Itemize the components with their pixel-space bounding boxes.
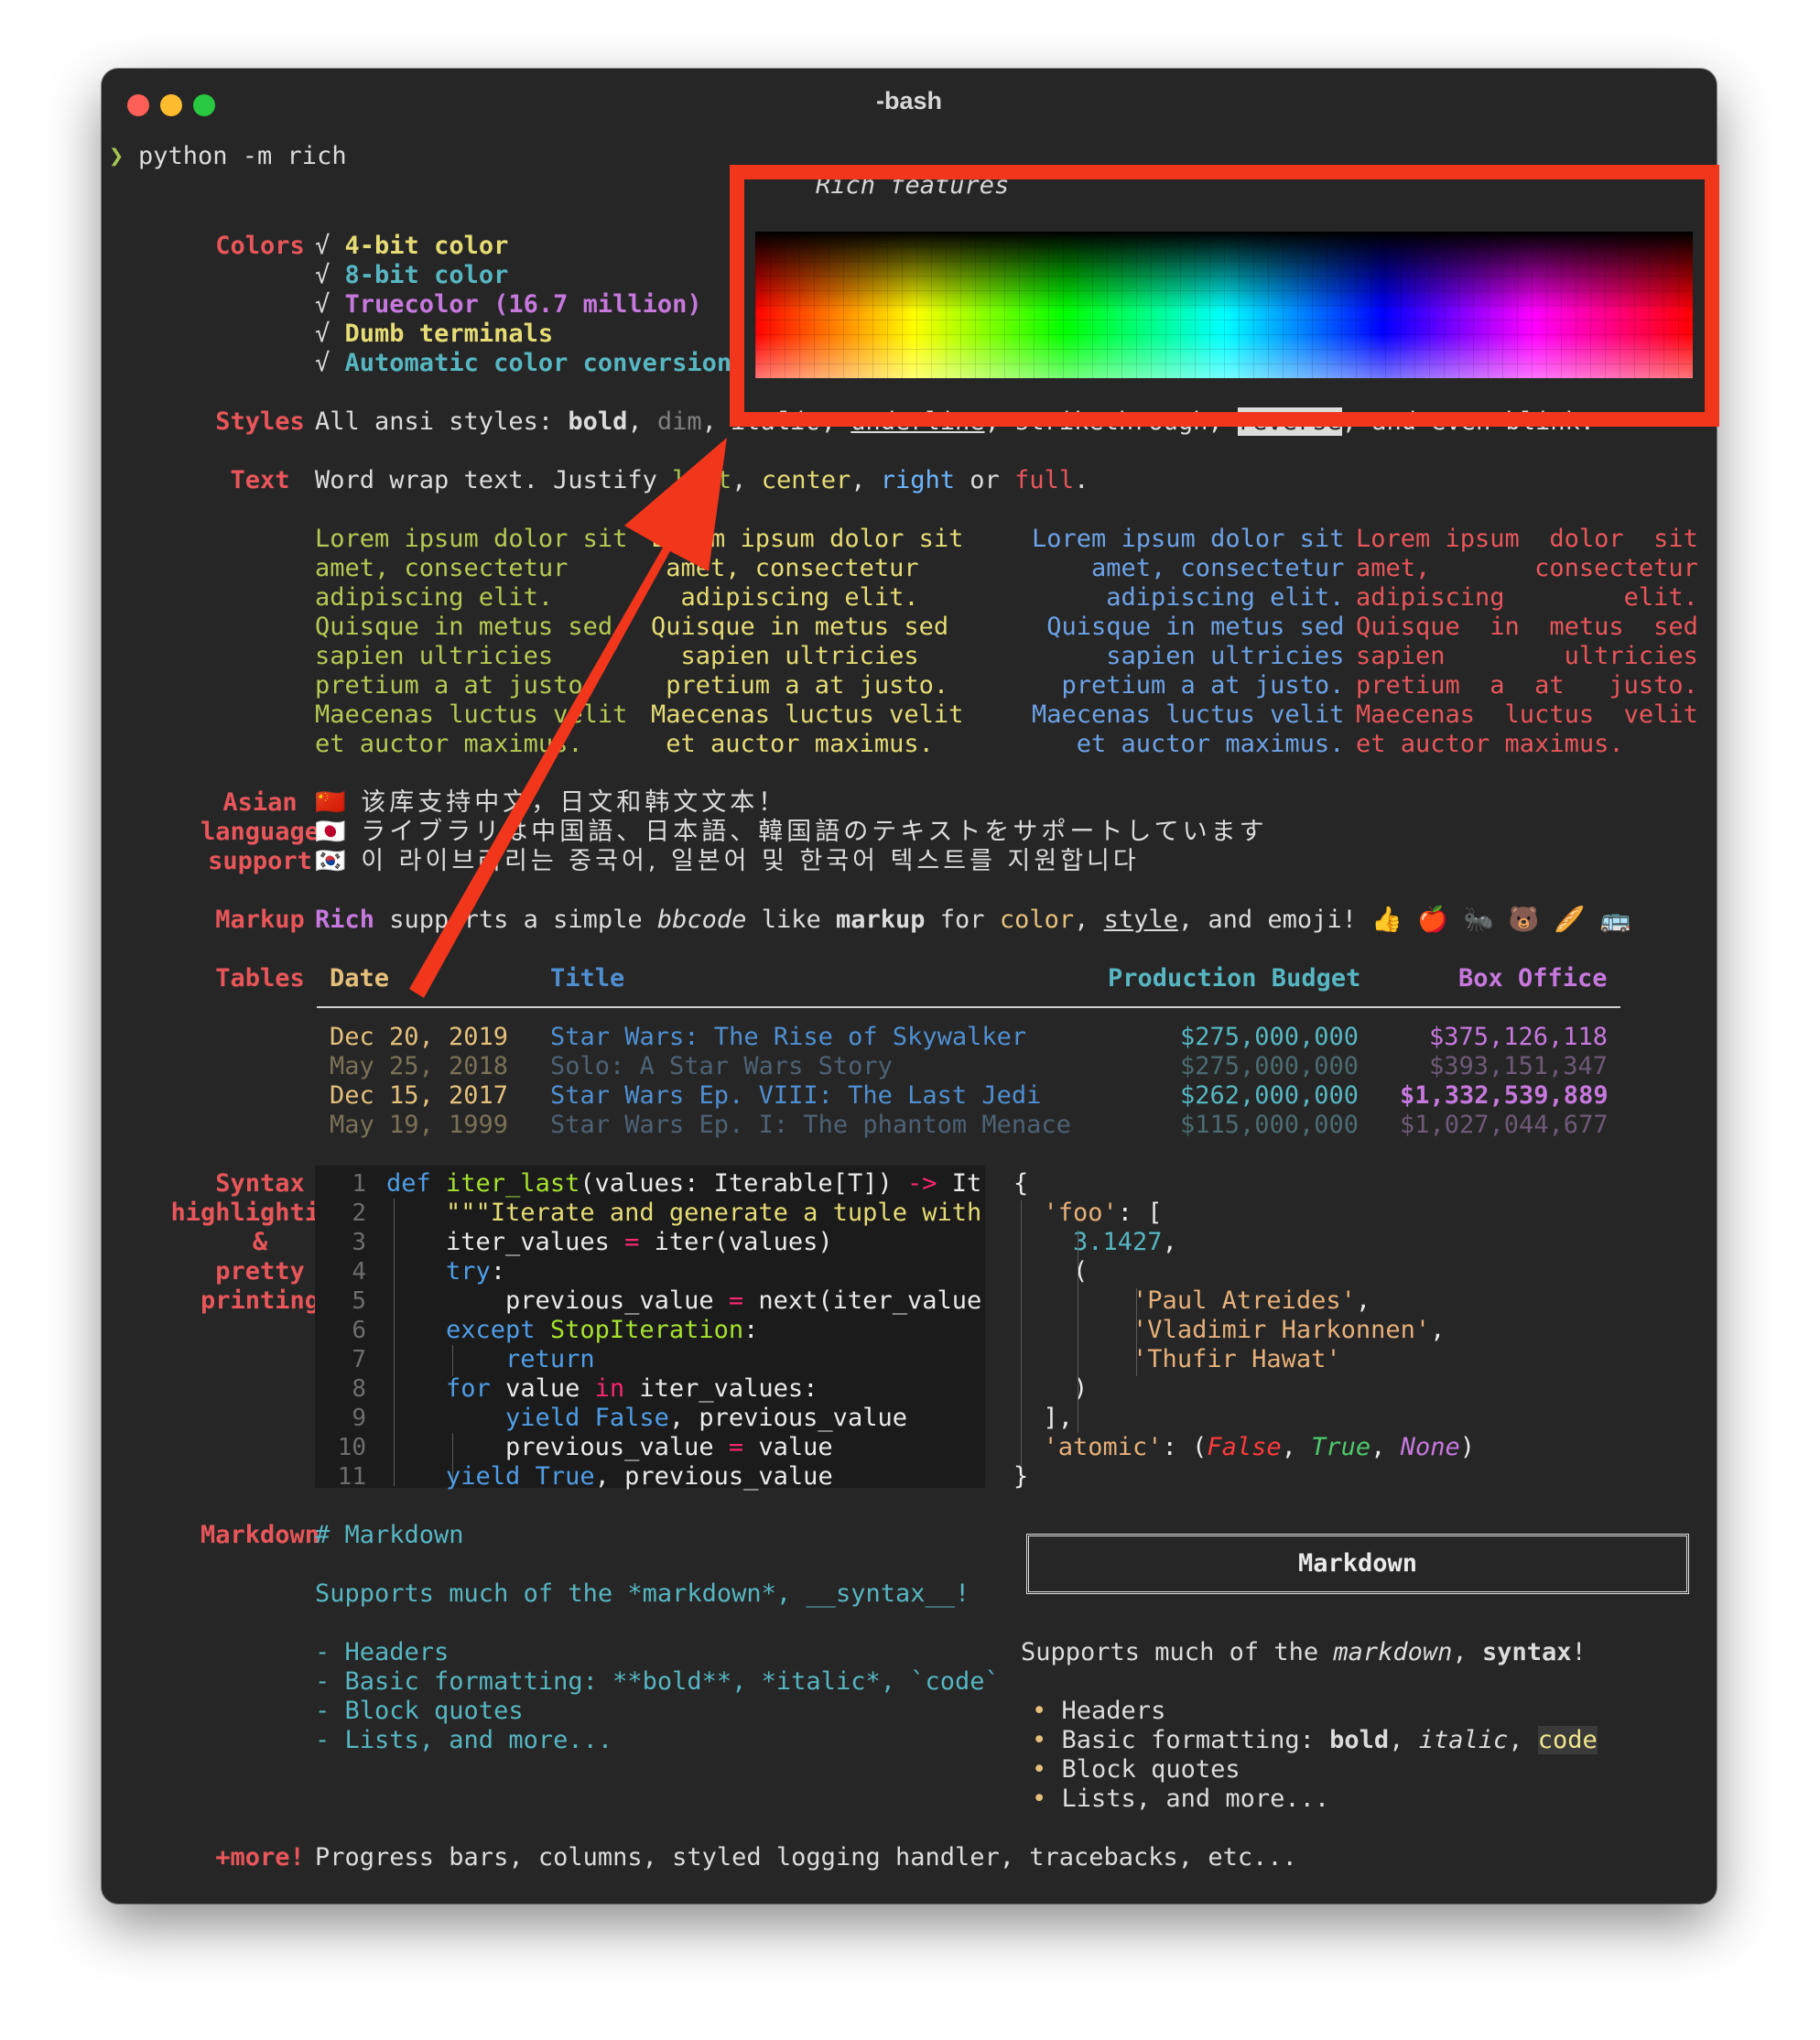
arrow-icon: [409, 438, 727, 998]
annotation-arrow: [409, 438, 727, 998]
